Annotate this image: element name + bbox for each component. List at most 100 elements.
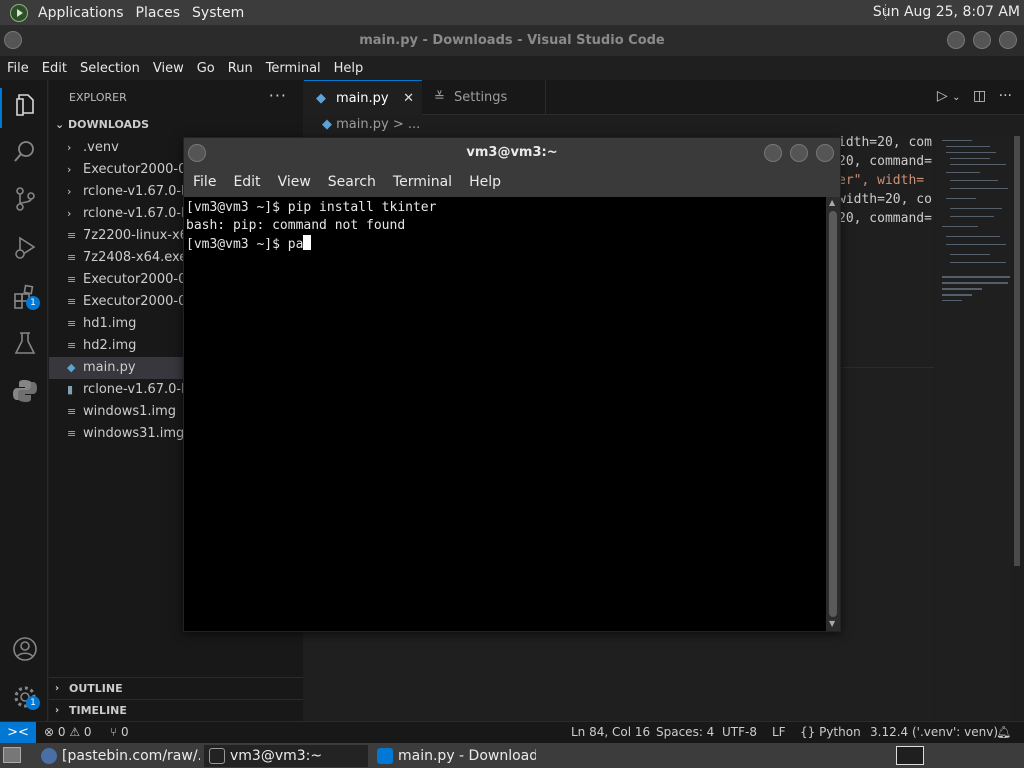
menu-help[interactable]: Help: [327, 61, 370, 76]
scroll-up-icon[interactable]: ▲: [829, 198, 835, 207]
terminal-close-button[interactable]: [816, 144, 834, 162]
settings-icon: ≚: [434, 90, 445, 105]
downloads-section-label: DOWNLOADS: [68, 118, 150, 131]
problems-indicator[interactable]: ⊗ 0 ⚠ 0: [44, 725, 92, 739]
run-file-icon[interactable]: ▷: [937, 88, 948, 104]
split-editor-icon[interactable]: ◫: [973, 88, 986, 104]
term-menu-file[interactable]: File: [184, 174, 224, 190]
vscode-icon: [377, 748, 393, 764]
close-icon[interactable]: ✕: [403, 81, 414, 116]
term-menu-terminal[interactable]: Terminal: [384, 174, 460, 190]
editor-scrollbar[interactable]: [1012, 136, 1022, 721]
notifications-bell-icon[interactable]: 🔔︎: [996, 725, 1011, 739]
term-menu-search[interactable]: Search: [319, 174, 384, 190]
terminal-scroll-thumb[interactable]: [829, 211, 837, 617]
minimize-button[interactable]: [947, 31, 965, 49]
python-file-icon: ◆: [67, 361, 76, 374]
clock[interactable]: Sun Aug 25, 8:07 AM: [873, 4, 1020, 20]
task-terminal[interactable]: vm3@vm3:~: [204, 745, 368, 767]
workspace-switcher[interactable]: [896, 746, 924, 765]
search-icon[interactable]: [12, 138, 38, 164]
terminal-prompt-line[interactable]: [vm3@vm3 ~]$ pa: [186, 235, 826, 253]
tree-item-label: hd2.img: [83, 338, 137, 353]
distro-logo-icon[interactable]: [10, 3, 28, 22]
accounts-icon[interactable]: [12, 636, 38, 662]
menu-selection[interactable]: Selection: [73, 61, 146, 76]
menu-edit[interactable]: Edit: [35, 61, 73, 76]
ports-indicator[interactable]: ⑂ 0: [110, 725, 129, 739]
file-lines-icon: ≡: [67, 273, 77, 286]
term-menu-help[interactable]: Help: [460, 174, 509, 190]
explorer-icon[interactable]: [12, 92, 38, 118]
menu-terminal[interactable]: Terminal: [259, 61, 327, 76]
tab-settings[interactable]: ≚ Settings: [422, 80, 546, 115]
terminal-window-menu-button[interactable]: [188, 144, 206, 162]
menu-go[interactable]: Go: [190, 61, 221, 76]
source-control-icon[interactable]: [12, 186, 38, 212]
minimap[interactable]: [936, 136, 1010, 721]
task-label: [pastebin.com/raw/...: [62, 748, 200, 764]
code-line: idth=20, com: [838, 135, 932, 150]
vscode-window-title[interactable]: main.py - Downloads - Visual Studio Code: [0, 25, 1024, 56]
terminal-output[interactable]: [vm3@vm3 ~]$ pip install tkinter bash: p…: [184, 197, 826, 631]
browser-icon: [41, 748, 57, 764]
terminal-window[interactable]: vm3@vm3:~ File Edit View Search Terminal…: [183, 137, 841, 632]
active-indicator: [0, 88, 2, 128]
scroll-down-icon[interactable]: ▼: [829, 619, 835, 628]
terminal-titlebar[interactable]: vm3@vm3:~: [184, 138, 840, 168]
terminal-title-text: vm3@vm3:~: [466, 145, 558, 160]
vscode-title-text: main.py - Downloads - Visual Studio Code: [359, 33, 665, 48]
close-button[interactable]: [999, 31, 1017, 49]
breadcrumb[interactable]: ◆ main.py > ...: [322, 117, 420, 132]
python-icon[interactable]: [12, 378, 38, 404]
task-vscode[interactable]: main.py - Download...: [372, 745, 536, 767]
tab-label: main.py: [336, 91, 389, 106]
language-mode[interactable]: {} Python: [800, 725, 861, 739]
tree-item-label: hd1.img: [83, 316, 137, 331]
end-of-line[interactable]: LF: [772, 725, 786, 739]
chevron-right-icon: ›: [67, 163, 72, 176]
tree-item-label: rclone-v1.67.0-lin: [83, 382, 197, 397]
python-file-icon: ◆: [316, 91, 326, 106]
downloads-section-header[interactable]: ⌄ DOWNLOADS: [55, 118, 149, 131]
timeline-section[interactable]: › TIMELINE: [49, 699, 303, 721]
settings-badge: 1: [26, 696, 40, 710]
remote-indicator[interactable]: ><: [0, 722, 36, 744]
places-menu[interactable]: Places: [130, 5, 187, 21]
run-debug-icon[interactable]: [12, 234, 38, 260]
text-cursor: [303, 235, 312, 250]
more-actions-icon[interactable]: ···: [999, 88, 1012, 104]
testing-icon[interactable]: [12, 330, 38, 356]
tree-item-label: windows1.img: [83, 404, 177, 419]
menu-view[interactable]: View: [146, 61, 190, 76]
task-label: vm3@vm3:~: [230, 748, 323, 764]
outline-section[interactable]: › OUTLINE: [49, 677, 303, 699]
menu-file[interactable]: File: [0, 61, 35, 76]
file-lines-icon: ≡: [67, 251, 77, 264]
indentation[interactable]: Spaces: 4: [656, 725, 714, 739]
more-actions-icon[interactable]: ···: [269, 86, 287, 105]
terminal-minimize-button[interactable]: [764, 144, 782, 162]
cursor-position[interactable]: Ln 84, Col 16: [571, 725, 650, 739]
python-interpreter[interactable]: 3.12.4 ('.venv': venv): [870, 725, 998, 739]
applications-menu[interactable]: Applications: [32, 5, 130, 21]
chevron-right-icon: ›: [67, 185, 72, 198]
window-menu-button[interactable]: [4, 31, 22, 49]
maximize-button[interactable]: [973, 31, 991, 49]
tab-main-py[interactable]: ◆ main.py ✕: [304, 80, 422, 115]
file-lines-icon: ≡: [67, 339, 77, 352]
task-browser[interactable]: [pastebin.com/raw/...: [36, 745, 200, 767]
code-line: 20, command=: [838, 211, 932, 226]
menu-run[interactable]: Run: [221, 61, 259, 76]
term-menu-edit[interactable]: Edit: [224, 174, 268, 190]
scroll-thumb[interactable]: [1014, 136, 1020, 566]
terminal-icon: [209, 748, 225, 764]
terminal-maximize-button[interactable]: [790, 144, 808, 162]
term-menu-view[interactable]: View: [269, 174, 319, 190]
tree-item-label: Executor2000-0.: [83, 162, 191, 177]
encoding[interactable]: UTF-8: [722, 725, 757, 739]
terminal-scrollbar[interactable]: ▲ ▼: [826, 197, 840, 631]
run-dropdown-icon[interactable]: ⌄: [952, 92, 960, 103]
show-desktop-icon[interactable]: [3, 747, 21, 763]
system-menu[interactable]: System: [186, 5, 250, 21]
